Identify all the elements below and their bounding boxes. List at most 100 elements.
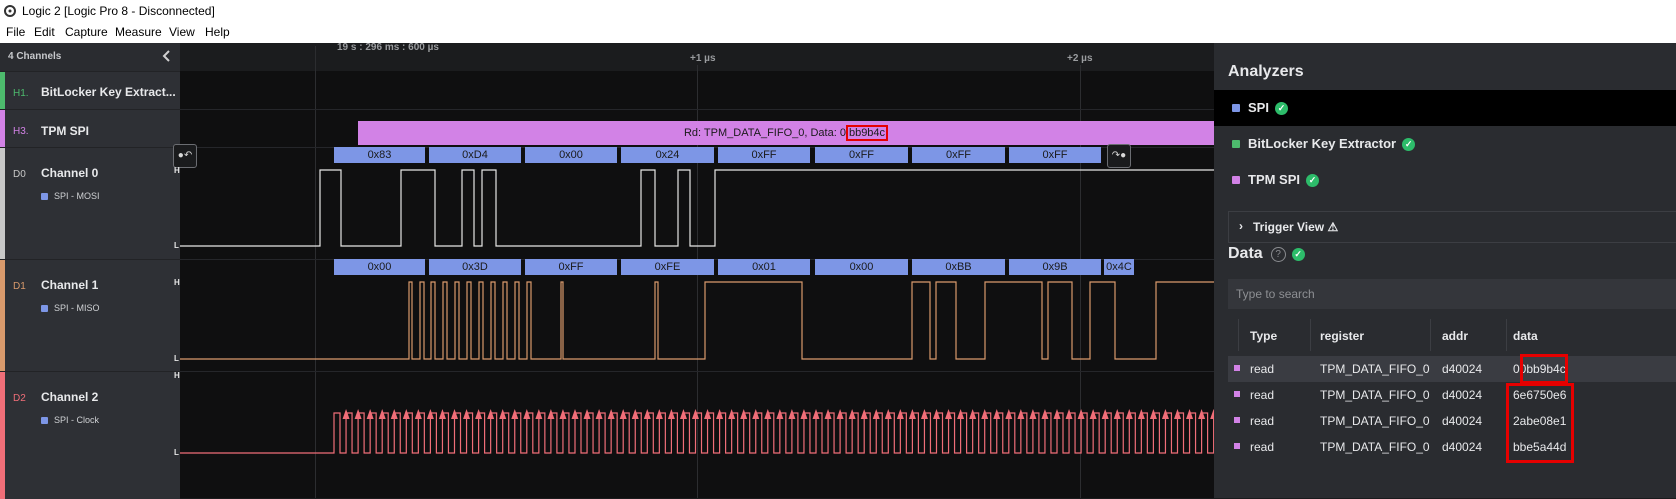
table-row[interactable]: read TPM_DATA_FIFO_0 d40024 6e6750e6 bbox=[1228, 382, 1676, 408]
cell-register: TPM_DATA_FIFO_0 bbox=[1320, 414, 1430, 428]
analyzer-item-spi[interactable]: SPI ✓ bbox=[1214, 90, 1676, 126]
waveform-view[interactable]: 19 s : 296 ms : 600 µs +1 µs +2 µs Rd: T… bbox=[180, 43, 1214, 498]
column-divider bbox=[1310, 319, 1311, 351]
table-row[interactable]: read TPM_DATA_FIFO_0 d40024 2abe08e1 bbox=[1228, 408, 1676, 434]
analyzer-color-dot bbox=[41, 305, 48, 312]
channel-row-d2[interactable]: D2 Channel 2 SPI - Clock bbox=[0, 371, 180, 499]
column-divider bbox=[1506, 319, 1507, 351]
jump-next-icon[interactable]: ↷● bbox=[1107, 144, 1131, 168]
clock-edge-marker bbox=[788, 409, 796, 419]
help-icon[interactable]: ? bbox=[1270, 247, 1286, 262]
analyzer-name: BitLocker Key Extractor bbox=[1248, 136, 1397, 151]
jump-prev-icon[interactable]: ●↶ bbox=[173, 144, 197, 168]
channel-row-d0[interactable]: D0 Channel 0 SPI - MOSI bbox=[0, 147, 180, 260]
column-header-register[interactable]: register bbox=[1320, 329, 1364, 343]
level-high-label: H bbox=[174, 166, 180, 175]
analyzer-color-dot bbox=[41, 417, 48, 424]
level-high-label: H bbox=[174, 278, 180, 287]
collapse-sidebar-icon[interactable] bbox=[160, 47, 174, 65]
table-row[interactable]: read TPM_DATA_FIFO_0 d40024 bbe5a44d bbox=[1228, 434, 1676, 460]
clock-edge-marker bbox=[438, 409, 446, 419]
column-header-type[interactable]: Type bbox=[1250, 329, 1277, 343]
clock-edge-marker bbox=[1149, 409, 1157, 419]
analyzer-item-bitlocker[interactable]: BitLocker Key Extractor ✓ bbox=[1214, 126, 1676, 162]
clock-edge-marker bbox=[1017, 409, 1025, 419]
cell-addr: d40024 bbox=[1442, 414, 1483, 428]
highlight-box bbox=[1506, 383, 1574, 463]
cell-register: TPM_DATA_FIFO_0 bbox=[1320, 362, 1430, 376]
clock-trace bbox=[180, 409, 1214, 454]
channel-analyzer-label: SPI - MOSI bbox=[54, 191, 100, 201]
window-title: Logic 2 [Logic Pro 8 - Disconnected] bbox=[22, 4, 215, 18]
clock-edge-marker bbox=[451, 409, 458, 419]
menu-edit[interactable]: Edit bbox=[34, 25, 55, 39]
mosi-trace bbox=[180, 169, 1214, 247]
channel-code: H1. bbox=[13, 88, 29, 99]
clock-edge-marker bbox=[342, 409, 350, 419]
column-divider bbox=[1430, 319, 1431, 351]
analyzer-color-dot bbox=[41, 193, 48, 200]
trigger-view-toggle[interactable]: › Trigger View ⚠ bbox=[1228, 211, 1676, 243]
check-icon: ✓ bbox=[1274, 102, 1288, 115]
logic-app-icon bbox=[4, 5, 16, 17]
menu-capture[interactable]: Capture bbox=[65, 25, 108, 39]
clock-edge-marker bbox=[499, 409, 507, 419]
menu-help[interactable]: Help bbox=[205, 25, 230, 39]
clock-edge-marker bbox=[920, 409, 928, 419]
data-table-header: Type register addr data bbox=[1228, 319, 1676, 351]
clock-edge-marker bbox=[595, 409, 603, 419]
channel-row-h3[interactable]: H3. TPM SPI bbox=[0, 109, 180, 148]
menu-measure[interactable]: Measure bbox=[115, 25, 162, 39]
channel-code: D0 bbox=[13, 169, 26, 180]
clock-edge-marker bbox=[764, 409, 772, 419]
cell-type: read bbox=[1250, 388, 1275, 402]
trigger-view-label: Trigger View bbox=[1253, 220, 1325, 234]
clock-edge-marker bbox=[836, 409, 844, 419]
analyzer-name: SPI bbox=[1248, 100, 1269, 115]
clock-edge-marker bbox=[1089, 409, 1097, 419]
analyzer-name-wrap: BitLocker Key Extractor ✓ bbox=[1248, 136, 1416, 151]
clock-edge-marker bbox=[1198, 409, 1206, 419]
column-header-addr[interactable]: addr bbox=[1442, 329, 1468, 343]
cell-type: read bbox=[1250, 414, 1275, 428]
clock-edge-marker bbox=[957, 409, 965, 419]
clock-edge-marker bbox=[716, 409, 724, 419]
clock-edge-marker bbox=[619, 409, 627, 419]
clock-edge-marker bbox=[426, 409, 434, 419]
clock-edge-marker bbox=[366, 409, 374, 419]
channel-analyzer-tag: SPI - Clock bbox=[41, 415, 99, 425]
clock-edge-marker bbox=[378, 409, 386, 419]
cell-register: TPM_DATA_FIFO_0 bbox=[1320, 388, 1430, 402]
clock-edge-marker bbox=[1005, 409, 1013, 419]
level-low-label: L bbox=[174, 448, 179, 457]
channel-row-d1[interactable]: D1 Channel 1 SPI - MISO bbox=[0, 259, 180, 372]
cell-addr: d40024 bbox=[1442, 362, 1483, 376]
channel-row-h1[interactable]: H1. BitLocker Key Extract... bbox=[0, 71, 180, 110]
signal-path bbox=[180, 281, 1214, 360]
level-low-label: L bbox=[174, 354, 179, 363]
clock-edge-marker bbox=[812, 409, 820, 419]
clock-edge-marker bbox=[848, 409, 856, 419]
clock-edge-marker bbox=[776, 409, 784, 419]
row-color-marker bbox=[1234, 365, 1240, 371]
clock-edge-marker bbox=[463, 409, 471, 419]
channel-analyzer-tag: SPI - MISO bbox=[41, 303, 100, 313]
data-search-input[interactable] bbox=[1228, 279, 1676, 309]
analyzer-name-wrap: TPM SPI ✓ bbox=[1248, 172, 1320, 187]
menu-file[interactable]: File bbox=[6, 25, 25, 39]
clock-edge-marker bbox=[655, 409, 663, 419]
clock-edge-marker bbox=[1053, 409, 1061, 419]
analyzer-color-swatch bbox=[1232, 140, 1240, 148]
table-row[interactable]: read TPM_DATA_FIFO_0 d40024 00bb9b4c bbox=[1228, 356, 1676, 382]
clock-edge-marker bbox=[679, 409, 687, 419]
channel-name: Channel 1 bbox=[41, 278, 99, 292]
clock-edge-marker bbox=[884, 409, 892, 419]
highlight-box bbox=[1520, 354, 1568, 384]
clock-edge-marker bbox=[631, 409, 639, 419]
column-header-data[interactable]: data bbox=[1513, 329, 1538, 343]
analyzer-item-tpm-spi[interactable]: TPM SPI ✓ bbox=[1214, 162, 1676, 198]
analyzer-name: TPM SPI bbox=[1248, 172, 1301, 187]
clock-edge-marker bbox=[945, 409, 953, 419]
clock-edge-marker bbox=[390, 409, 398, 419]
menu-view[interactable]: View bbox=[169, 25, 195, 39]
